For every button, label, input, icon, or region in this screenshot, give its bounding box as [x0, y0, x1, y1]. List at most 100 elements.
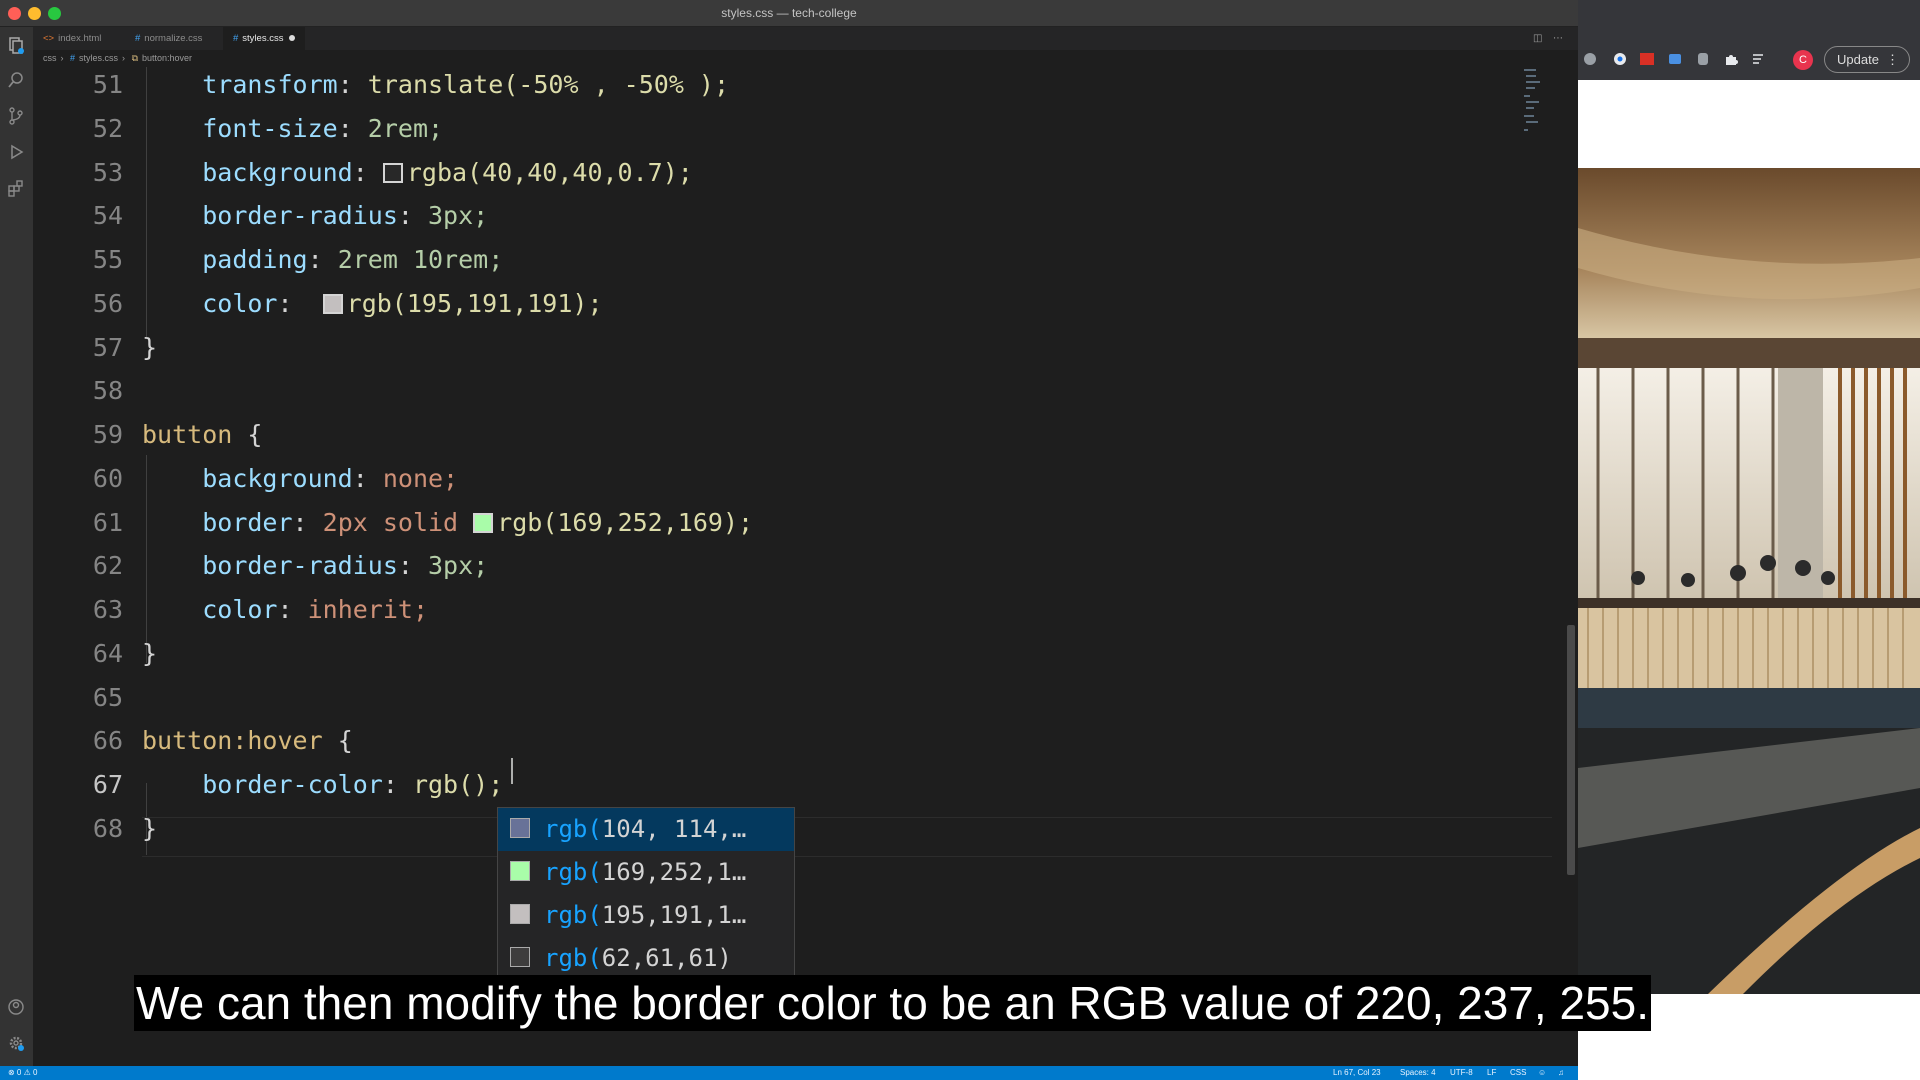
color-swatch: [510, 904, 530, 924]
css-selector: button: [142, 420, 233, 449]
settings-gear-icon[interactable]: [6, 1033, 26, 1053]
tab-label: normalize.css: [144, 33, 203, 44]
minimap[interactable]: [1524, 67, 1542, 137]
code-line-57: }: [142, 333, 157, 362]
code-line-63: color: inherit;: [202, 595, 429, 624]
feedback-icon[interactable]: ☺: [1538, 1068, 1546, 1077]
browser-window: C Update ⋮: [1578, 0, 1920, 1080]
breadcrumb-item[interactable]: styles.css: [79, 53, 118, 63]
css-icon: #: [233, 33, 239, 44]
opening-brace: {: [337, 726, 353, 755]
current-line-highlight: [142, 817, 1552, 857]
suggestion-item[interactable]: rgb(62,61,61): [498, 937, 794, 976]
selector-icon: ⧉: [131, 53, 138, 63]
line-number: 57: [92, 333, 123, 362]
window-title: styles.css — tech-college: [721, 6, 857, 20]
extension-icon[interactable]: [1667, 51, 1683, 67]
css-value: 3px;: [428, 201, 489, 230]
color-swatch[interactable]: [473, 513, 494, 533]
extensions-icon[interactable]: [6, 178, 26, 198]
css-value: 2rem 10rem;: [337, 245, 504, 274]
color-swatch: [510, 861, 530, 881]
color-swatch[interactable]: [382, 163, 403, 183]
css-value: rgb(195,191,191);: [346, 289, 603, 318]
search-icon[interactable]: [6, 70, 26, 90]
notifications-bell-icon[interactable]: ♫: [1558, 1068, 1564, 1077]
reading-list-icon[interactable]: [1751, 51, 1767, 67]
css-property: padding: [202, 245, 308, 274]
css-icon: #: [70, 53, 76, 63]
css-value: 2rem;: [367, 114, 444, 143]
line-number: 51: [92, 70, 123, 99]
code-editor[interactable]: 51 52 53 54 55 56 57 58 59 60 61 62 63 6…: [33, 67, 1578, 1066]
css-property: transform: [202, 70, 338, 99]
language-mode[interactable]: CSS: [1510, 1068, 1526, 1077]
extension-icon[interactable]: [1612, 51, 1628, 67]
editor-tab-bar: <> index.html # normalize.css # styles.css …: [33, 27, 1578, 50]
line-number: 60: [92, 464, 123, 493]
video-caption: We can then modify the border color to b…: [134, 975, 1651, 1031]
more-actions-icon[interactable]: ⋯: [1553, 33, 1565, 45]
breadcrumb: css › # styles.css › ⧉ button:hover: [33, 50, 1578, 67]
line-number: 64: [92, 639, 123, 668]
css-property: border-radius: [202, 551, 398, 580]
color-swatch[interactable]: [322, 294, 343, 314]
css-property: border-color: [202, 770, 383, 799]
scrollbar-thumb[interactable]: [1567, 625, 1575, 875]
css-value: none;: [382, 464, 459, 493]
suggestion-item[interactable]: rgb(195,191,1…: [498, 894, 794, 937]
extension-icon[interactable]: [1695, 51, 1711, 67]
code-line-68: }: [142, 814, 157, 843]
code-line-64: }: [142, 639, 157, 668]
line-number: 56: [92, 289, 123, 318]
css-value: rgba(40,40,40,0.7);: [406, 158, 693, 187]
tab-label: index.html: [58, 33, 102, 44]
line-number: 54: [92, 201, 123, 230]
color-swatch: [510, 947, 530, 967]
encoding-setting[interactable]: UTF-8: [1450, 1068, 1473, 1077]
hero-image: [1578, 168, 1920, 994]
run-debug-icon[interactable]: [6, 142, 26, 162]
account-icon[interactable]: [6, 997, 26, 1017]
eol-setting[interactable]: LF: [1487, 1068, 1496, 1077]
closing-brace: }: [142, 333, 158, 362]
explorer-icon[interactable]: [6, 35, 26, 55]
browser-update-button[interactable]: Update ⋮: [1824, 46, 1910, 73]
tab-styles-css[interactable]: # styles.css: [223, 27, 306, 50]
suggestion-item[interactable]: rgb(104, 114,…: [498, 808, 794, 851]
update-label: Update: [1837, 52, 1879, 67]
code-line-60: background: none;: [202, 464, 459, 493]
css-icon: #: [135, 33, 141, 44]
suggestion-item[interactable]: rgb(169,252,1…: [498, 851, 794, 894]
extension-icon[interactable]: [1639, 51, 1655, 67]
css-selector: button:hover: [142, 726, 323, 755]
profile-avatar[interactable]: C: [1793, 50, 1813, 70]
tab-index-html[interactable]: <> index.html: [33, 27, 111, 50]
code-line-51: transform: translate(-50% , -50% );: [202, 70, 730, 99]
code-line-52: font-size: 2rem;: [202, 114, 444, 143]
source-control-icon[interactable]: [6, 106, 26, 126]
code-line-59: button {: [142, 420, 262, 449]
puzzle-icon[interactable]: [1723, 51, 1739, 67]
browser-toolbar: C Update ⋮: [1578, 0, 1920, 80]
title-bar: styles.css — tech-college: [0, 0, 1578, 27]
line-number: 61: [92, 508, 123, 537]
breadcrumb-item[interactable]: button:hover: [142, 53, 192, 63]
code-line-53: background: rgba(40,40,40,0.7);: [202, 158, 693, 187]
line-number: 68: [92, 814, 123, 843]
unsaved-dot-icon[interactable]: [289, 35, 296, 41]
code-line-54: border-radius: 3px;: [202, 201, 489, 230]
split-editor-icon[interactable]: ◫: [1533, 33, 1545, 45]
css-property: font-size: [202, 114, 338, 143]
tab-normalize-css[interactable]: # normalize.css: [125, 27, 212, 50]
css-property: border: [202, 508, 293, 537]
indentation-setting[interactable]: Spaces: 4: [1400, 1068, 1436, 1077]
extension-icon[interactable]: [1582, 51, 1598, 67]
activity-bar: [0, 27, 33, 1066]
cursor-position[interactable]: Ln 67, Col 23: [1333, 1068, 1381, 1077]
code-line-61: border: 2px solid rgb(169,252,169);: [202, 508, 754, 537]
breadcrumb-item[interactable]: css: [43, 53, 57, 63]
problems-indicator[interactable]: ⊗ 0 ⚠ 0: [8, 1068, 37, 1077]
page-header-area: [1578, 80, 1920, 168]
line-number: 66: [92, 726, 123, 755]
